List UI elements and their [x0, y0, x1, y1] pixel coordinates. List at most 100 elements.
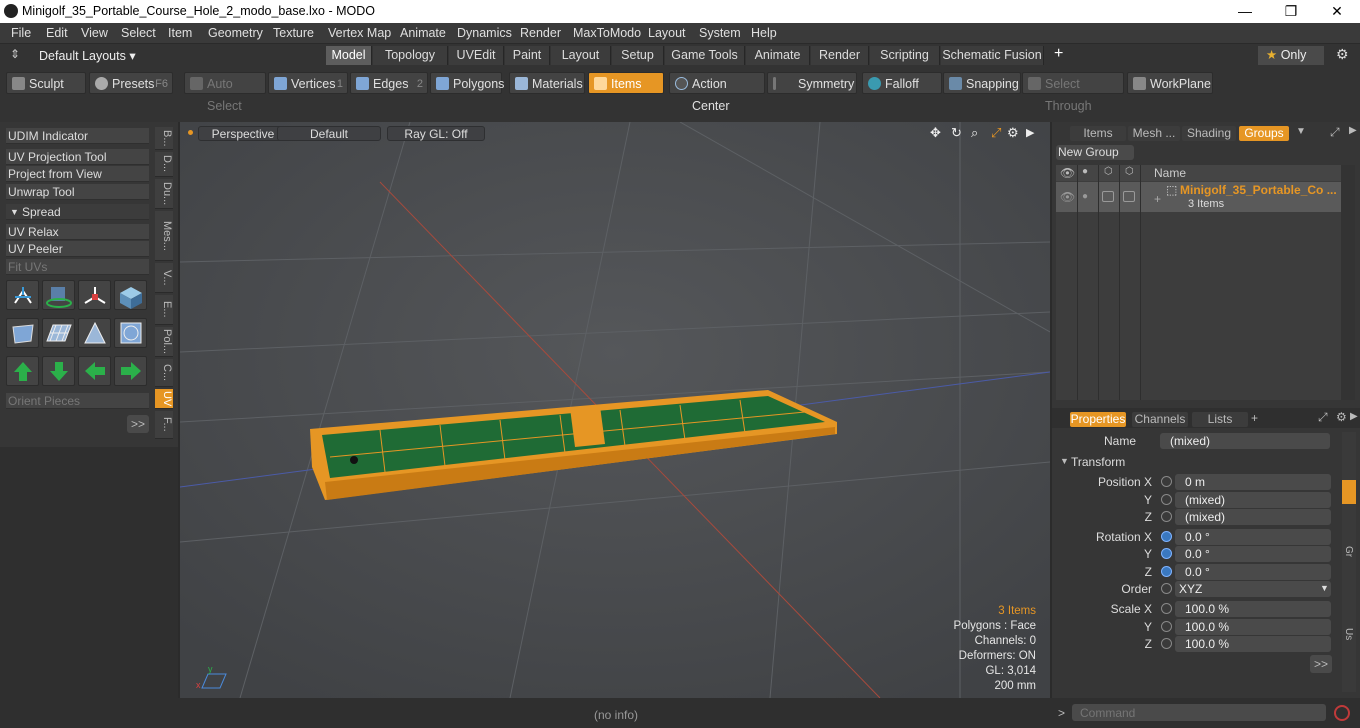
- side-tab-active[interactable]: [1342, 480, 1356, 504]
- order-key[interactable]: [1161, 583, 1172, 594]
- uv-projection-tool-button[interactable]: UV Projection Tool: [6, 149, 149, 165]
- position-x-field[interactable]: 0 m: [1175, 474, 1331, 490]
- tab-scripting[interactable]: Scripting: [870, 46, 940, 65]
- uv-sphere-icon[interactable]: [114, 318, 147, 348]
- gear-icon[interactable]: ⚙: [1336, 46, 1349, 63]
- move-view-icon[interactable]: ✥: [930, 125, 941, 141]
- edges-button[interactable]: Edges 2: [350, 72, 428, 94]
- uv-rotate-tool-icon[interactable]: [42, 280, 75, 310]
- command-input[interactable]: [1072, 704, 1326, 721]
- minimize-button[interactable]: —: [1222, 0, 1268, 23]
- position-y-field[interactable]: (mixed): [1175, 492, 1331, 508]
- tab-model[interactable]: Model: [326, 46, 372, 65]
- scale-x-key[interactable]: [1161, 603, 1172, 614]
- vtab-f[interactable]: F...: [155, 411, 173, 439]
- scale-x-field[interactable]: 100.0 %: [1175, 601, 1331, 617]
- uv-scale-tool-icon[interactable]: [78, 280, 111, 310]
- ray-gl-toggle[interactable]: Ray GL: Off: [387, 126, 485, 141]
- tab-groups[interactable]: Groups: [1239, 126, 1289, 141]
- uv-box-tool-icon[interactable]: [114, 280, 147, 310]
- menu-animate[interactable]: Animate: [400, 26, 446, 40]
- scale-y-field[interactable]: 100.0 %: [1175, 619, 1331, 635]
- more-tools-button[interactable]: >>: [127, 415, 149, 433]
- menu-file[interactable]: File: [11, 26, 31, 40]
- falloff-button[interactable]: Falloff: [862, 72, 942, 94]
- shading-default-dropdown[interactable]: Default: [277, 126, 381, 141]
- tab-lists[interactable]: Lists: [1192, 412, 1248, 427]
- uv-cylinder-icon[interactable]: [6, 318, 39, 348]
- uv-peeler-button[interactable]: UV Peeler: [6, 241, 149, 257]
- tab-game-tools[interactable]: Game Tools: [665, 46, 745, 65]
- tab-topology[interactable]: Topology: [373, 46, 448, 65]
- scale-z-field[interactable]: 100.0 %: [1175, 636, 1331, 652]
- vtab-mes[interactable]: Mes...: [155, 211, 173, 261]
- menu-vertex-map[interactable]: Vertex Map: [328, 26, 391, 40]
- vtab-v[interactable]: V...: [155, 263, 173, 293]
- action-center-button[interactable]: Action Center: [669, 72, 765, 113]
- move-right-icon[interactable]: [114, 356, 147, 386]
- auto-select-button[interactable]: Auto Select: [184, 72, 266, 113]
- viewport-expand-icon[interactable]: ▶: [1026, 126, 1034, 139]
- materials-button[interactable]: Materials: [509, 72, 585, 94]
- tab-layout[interactable]: Layout: [551, 46, 611, 65]
- tab-mesh[interactable]: Mesh ...: [1128, 126, 1180, 141]
- fit-uvs-button[interactable]: Fit UVs: [6, 259, 149, 275]
- properties-more-button[interactable]: >>: [1310, 655, 1332, 673]
- transform-collapse-icon[interactable]: ▼: [1060, 456, 1069, 466]
- orient-pieces-button[interactable]: Orient Pieces: [6, 393, 149, 409]
- udim-indicator-button[interactable]: UDIM Indicator: [6, 128, 149, 144]
- menu-render[interactable]: Render: [520, 26, 561, 40]
- menu-help[interactable]: Help: [751, 26, 777, 40]
- tab-properties[interactable]: Properties: [1070, 412, 1126, 427]
- add-tab-button[interactable]: +: [1054, 45, 1063, 63]
- tab-schematic-fusion[interactable]: Schematic Fusion: [941, 46, 1044, 65]
- default-layouts-dropdown[interactable]: Default Layouts ▾: [39, 48, 136, 63]
- vtab-c[interactable]: C...: [155, 359, 173, 387]
- row-select-checkbox[interactable]: [1123, 191, 1135, 202]
- perspective-dropdown[interactable]: Perspective: [198, 126, 288, 141]
- menu-geometry[interactable]: Geometry: [208, 26, 263, 40]
- sculpt-button[interactable]: Sculpt: [6, 72, 86, 94]
- tab-animate[interactable]: Animate: [746, 46, 810, 65]
- menu-dynamics[interactable]: Dynamics: [457, 26, 512, 40]
- name-field[interactable]: (mixed): [1160, 433, 1330, 449]
- menu-edit[interactable]: Edit: [46, 26, 68, 40]
- 3d-viewport[interactable]: y x Perspective Default Ray GL: Off ✥ ↻ …: [180, 122, 1050, 698]
- rotate-view-icon[interactable]: ↻: [951, 125, 962, 141]
- side-tab-us[interactable]: Us: [1343, 628, 1354, 640]
- vertices-button[interactable]: Vertices 1: [268, 72, 348, 94]
- viewport-menu-dot[interactable]: [188, 130, 193, 135]
- properties-menu-icon[interactable]: ▶: [1350, 411, 1358, 422]
- menu-maxtomodo[interactable]: MaxToModo: [573, 26, 641, 40]
- side-tab-gr[interactable]: Gr: [1343, 546, 1354, 557]
- zoom-view-icon[interactable]: ⌕: [971, 125, 978, 141]
- maximize-button[interactable]: ❐: [1268, 0, 1314, 23]
- menu-system[interactable]: System: [699, 26, 741, 40]
- order-dropdown[interactable]: XYZ: [1175, 581, 1331, 597]
- tab-paint[interactable]: Paint: [505, 46, 550, 65]
- unwrap-tool-button[interactable]: Unwrap Tool: [6, 184, 149, 200]
- row-render-icon[interactable]: ●: [1082, 191, 1088, 202]
- position-z-field[interactable]: (mixed): [1175, 509, 1331, 525]
- tab-items[interactable]: Items: [1070, 126, 1126, 141]
- project-from-view-button[interactable]: Project from View: [6, 166, 149, 182]
- tabs-dropdown-icon[interactable]: ▼: [1296, 126, 1306, 137]
- presets-button[interactable]: Presets F6: [89, 72, 173, 94]
- tab-channels[interactable]: Channels: [1132, 412, 1188, 427]
- name-column-header[interactable]: Name: [1154, 166, 1186, 180]
- rotation-y-field[interactable]: 0.0 °: [1175, 546, 1331, 562]
- scale-y-key[interactable]: [1161, 621, 1172, 632]
- tab-uvedit[interactable]: UVEdit: [449, 46, 504, 65]
- position-y-key[interactable]: [1161, 494, 1172, 505]
- fit-view-icon[interactable]: ⤢: [991, 125, 1001, 141]
- uv-relax-button[interactable]: UV Relax: [6, 224, 149, 240]
- new-group-button[interactable]: New Group: [1056, 145, 1134, 160]
- uv-grid-icon[interactable]: [42, 318, 75, 348]
- panel-menu-icon[interactable]: ▶: [1349, 125, 1357, 136]
- menu-texture[interactable]: Texture: [273, 26, 314, 40]
- vtab-d[interactable]: D...: [155, 152, 173, 177]
- add-tab-icon[interactable]: +: [1251, 411, 1258, 425]
- items-button[interactable]: Items: [588, 72, 664, 94]
- expand-plus-icon[interactable]: +: [1154, 192, 1161, 206]
- vtab-b[interactable]: B...: [155, 127, 173, 150]
